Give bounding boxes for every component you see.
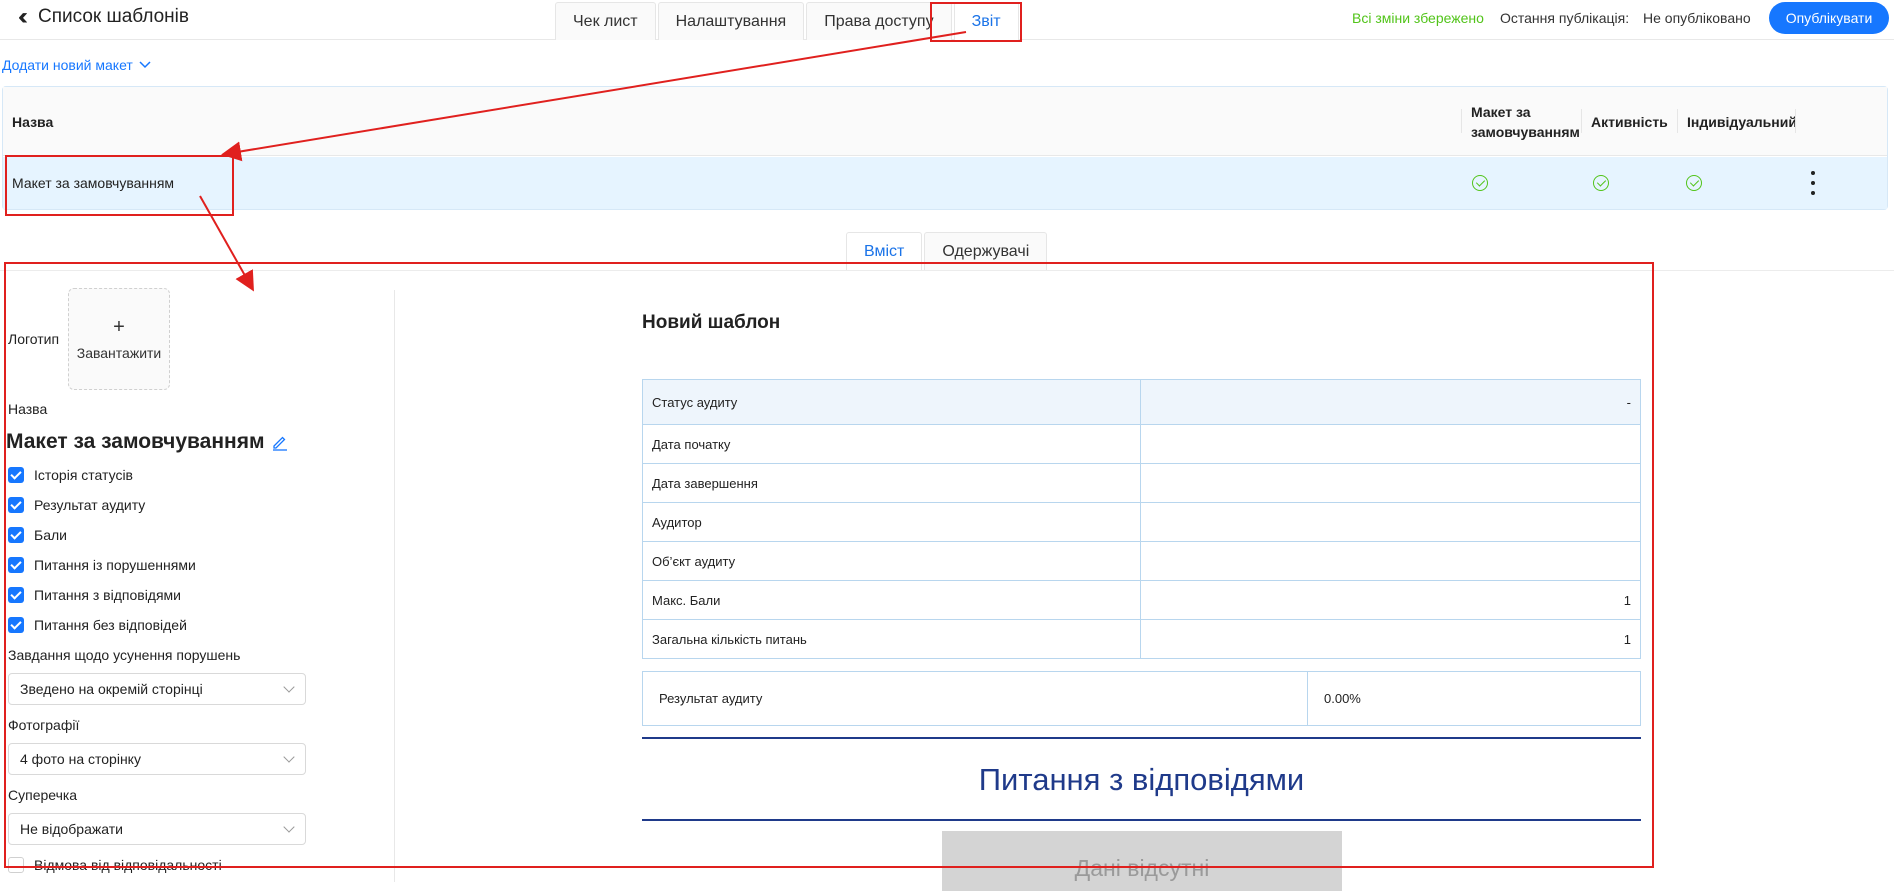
annotation-arrow [221,31,967,162]
annotation-arrow [199,195,254,292]
annotation-arrows [199,31,967,292]
